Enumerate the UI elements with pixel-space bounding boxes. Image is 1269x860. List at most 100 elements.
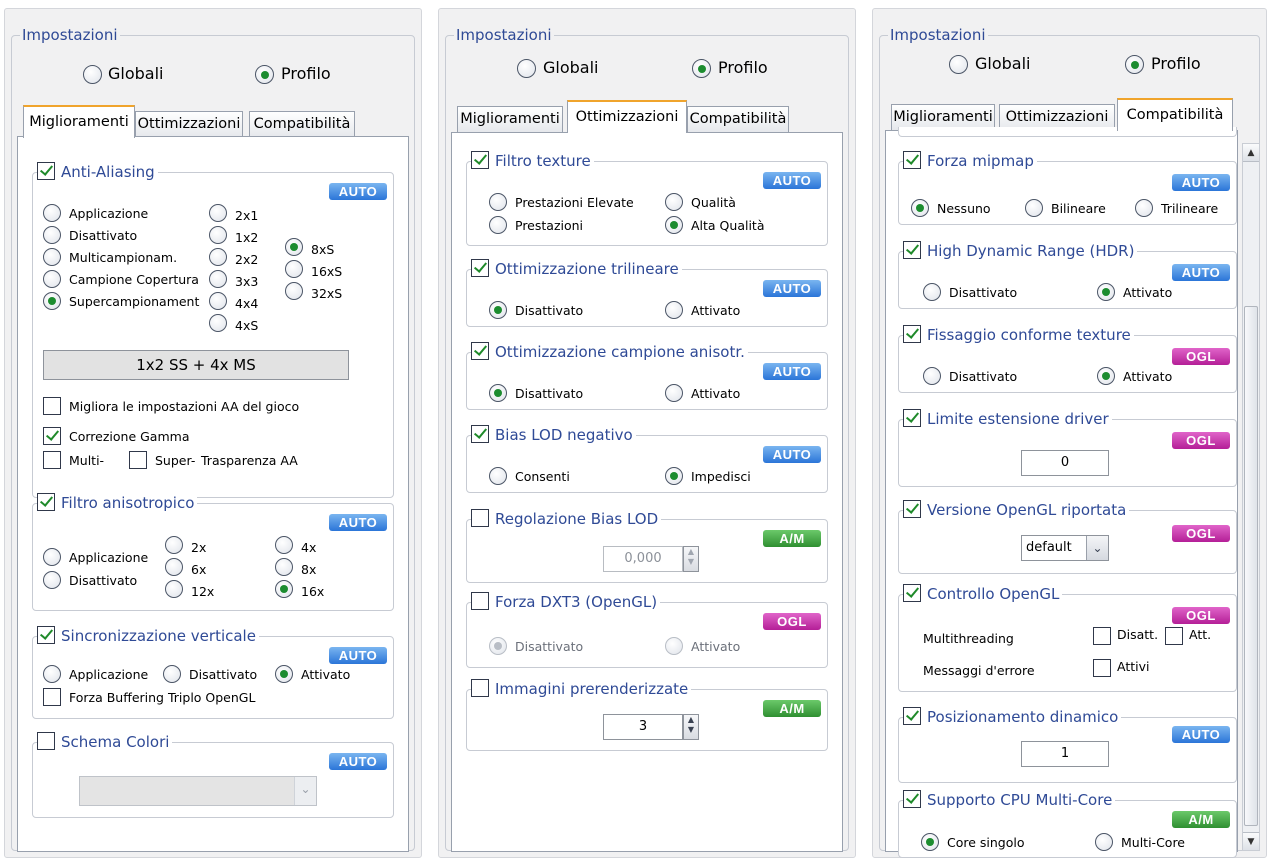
aniso-level-radio[interactable] (165, 536, 183, 554)
triple-buffering-checkbox[interactable] (43, 688, 61, 706)
aniso-level-radio[interactable] (165, 580, 183, 598)
scroll-down-icon[interactable]: ▼ (1243, 832, 1259, 850)
error-messages-checkbox[interactable] (1093, 659, 1111, 677)
texture-filter-radio[interactable] (489, 216, 507, 234)
aa-level-radio[interactable] (209, 248, 227, 266)
aa-level-radio[interactable] (285, 238, 303, 256)
aniso-level-radio[interactable] (275, 580, 293, 598)
texture-filter-radio[interactable] (665, 193, 683, 211)
mipmap-radio[interactable] (911, 199, 929, 217)
force-dxt3-radio[interactable] (489, 637, 507, 655)
radio-profile[interactable] (692, 59, 711, 78)
tab-compatibilita[interactable]: Compatibilità (1117, 98, 1233, 131)
radio-profile[interactable] (255, 65, 274, 84)
negative-lod-checkbox[interactable] (471, 425, 489, 443)
anti-aliasing-checkbox[interactable] (37, 162, 55, 180)
aniso-mode-radio[interactable] (43, 548, 61, 566)
aa-level-radio[interactable] (209, 292, 227, 310)
tab-miglioramenti[interactable]: Miglioramenti (23, 105, 135, 138)
super-transparency-checkbox[interactable] (129, 451, 147, 469)
texture-clamp-checkbox[interactable] (903, 325, 921, 343)
multithreading-enabled-checkbox[interactable] (1165, 627, 1183, 645)
force-dxt3-checkbox[interactable] (471, 592, 489, 610)
tab-ottimizzazioni[interactable]: Ottimizzazioni (567, 100, 687, 133)
aa-level-radio[interactable] (209, 226, 227, 244)
lod-bias-adjust-checkbox[interactable] (471, 509, 489, 527)
hdr-radio[interactable] (923, 283, 941, 301)
aa-mode-radio[interactable] (43, 204, 61, 222)
multithreading-disabled-checkbox[interactable] (1093, 627, 1111, 645)
aa-mode-radio[interactable] (43, 270, 61, 288)
chevron-down-icon[interactable]: ⌄ (1086, 536, 1108, 560)
aa-level-radio[interactable] (285, 260, 303, 278)
vsync-checkbox[interactable] (37, 626, 55, 644)
tab-compatibilita[interactable]: Compatibilità (687, 106, 789, 132)
vertical-scrollbar[interactable]: ▲ ▼ (1242, 143, 1260, 851)
prerendered-checkbox[interactable] (471, 679, 489, 697)
multi-transparency-checkbox[interactable] (43, 451, 61, 469)
vsync-radio[interactable] (163, 665, 181, 683)
multicore-radio[interactable] (921, 833, 939, 851)
gamma-correction-checkbox[interactable] (43, 427, 61, 445)
aa-mode-radio[interactable] (43, 292, 61, 310)
opengl-version-checkbox[interactable] (903, 500, 921, 518)
anisotropic-sample-radio[interactable] (665, 384, 683, 402)
chevron-down-icon[interactable]: ⌄ (294, 777, 316, 805)
anisotropic-sample-checkbox[interactable] (471, 342, 489, 360)
scrollbar-thumb[interactable] (1244, 306, 1258, 826)
trilinear-radio[interactable] (665, 301, 683, 319)
extension-limit-input[interactable]: 0 (1021, 450, 1109, 476)
texture-filter-checkbox[interactable] (471, 151, 489, 169)
vsync-radio[interactable] (275, 665, 293, 683)
force-mipmap-checkbox[interactable] (903, 151, 921, 169)
aa-level-radio[interactable] (209, 314, 227, 332)
color-scheme-checkbox[interactable] (37, 732, 55, 750)
radio-global[interactable] (949, 55, 968, 74)
improve-aa-checkbox[interactable] (43, 397, 61, 415)
vsync-radio[interactable] (43, 665, 61, 683)
spinner-icon[interactable]: ▲ ▼ (683, 546, 699, 572)
aniso-level-radio[interactable] (275, 558, 293, 576)
aa-level-radio[interactable] (209, 204, 227, 222)
scroll-up-icon[interactable]: ▲ (1243, 144, 1259, 162)
hdr-radio[interactable] (1097, 283, 1115, 301)
spinner-icon[interactable]: ▲ ▼ (683, 714, 699, 740)
hdr-checkbox[interactable] (903, 241, 921, 259)
aniso-level-radio[interactable] (165, 558, 183, 576)
aniso-mode-radio[interactable] (43, 571, 61, 589)
aa-mode-radio[interactable] (43, 248, 61, 266)
radio-global[interactable] (517, 59, 536, 78)
color-scheme-dropdown[interactable]: ⌄ (79, 776, 317, 806)
texture-filter-radio[interactable] (489, 193, 507, 211)
negative-lod-radio[interactable] (489, 467, 507, 485)
aa-level-radio[interactable] (209, 270, 227, 288)
lod-bias-value[interactable]: 0,000 (603, 546, 683, 572)
prerendered-value[interactable]: 3 (603, 714, 683, 740)
multicore-checkbox[interactable] (903, 790, 921, 808)
tab-miglioramenti[interactable]: Miglioramenti (457, 106, 563, 132)
trilinear-checkbox[interactable] (471, 259, 489, 277)
mipmap-radio[interactable] (1025, 199, 1043, 217)
opengl-version-dropdown[interactable]: default ⌄ (1021, 535, 1109, 561)
negative-lod-radio[interactable] (665, 467, 683, 485)
texture-clamp-radio[interactable] (1097, 367, 1115, 385)
anisotropic-sample-radio[interactable] (489, 384, 507, 402)
opengl-control-checkbox[interactable] (903, 584, 921, 602)
radio-profile[interactable] (1125, 55, 1144, 74)
mipmap-radio[interactable] (1135, 199, 1153, 217)
tab-ottimizzazioni[interactable]: Ottimizzazioni (135, 111, 243, 137)
radio-global[interactable] (83, 65, 102, 84)
tab-compatibilita[interactable]: Compatibilità (249, 111, 355, 137)
texture-filter-radio[interactable] (665, 216, 683, 234)
multicore-radio[interactable] (1095, 833, 1113, 851)
aa-mode-radio[interactable] (43, 226, 61, 244)
anisotropic-checkbox[interactable] (37, 493, 55, 511)
force-dxt3-radio[interactable] (665, 637, 683, 655)
dynamic-positioning-checkbox[interactable] (903, 707, 921, 725)
texture-clamp-radio[interactable] (923, 367, 941, 385)
aniso-level-radio[interactable] (275, 536, 293, 554)
extension-limit-checkbox[interactable] (903, 409, 921, 427)
dynamic-positioning-input[interactable]: 1 (1021, 741, 1109, 767)
trilinear-radio[interactable] (489, 301, 507, 319)
aa-level-radio[interactable] (285, 282, 303, 300)
